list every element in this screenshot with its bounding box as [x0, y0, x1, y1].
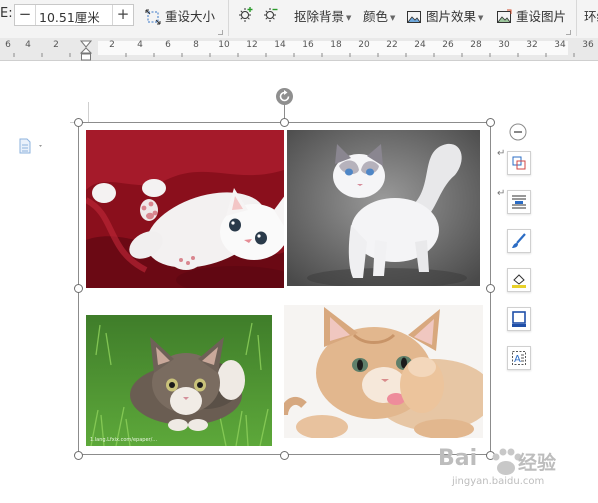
crop-button[interactable] [507, 151, 531, 175]
crop-icon [512, 156, 526, 170]
rotate-icon[interactable] [275, 87, 294, 106]
group-corner-icon[interactable] [566, 30, 571, 35]
ruler-tick-label: 2 [109, 40, 115, 50]
ruler-tick-label: 30 [498, 40, 510, 50]
reset-picture-label: 重设图片 [515, 9, 566, 24]
remove-background-button[interactable]: 抠除背景 ▼ [294, 6, 351, 28]
remove-background-label: 抠除背景 [294, 9, 345, 24]
reset-size-button[interactable]: 重设大小 [145, 6, 215, 28]
resize-handle-right[interactable] [486, 284, 495, 293]
brightness-down-icon [264, 8, 278, 22]
ruler-tick-label: 28 [470, 40, 482, 50]
ruler-tick-label: 14 [274, 40, 286, 50]
toolbar-separator [228, 0, 229, 36]
wrap-text-icon [512, 195, 526, 209]
ruler-tick-label: 32 [526, 40, 538, 50]
reset-size-icon [145, 9, 161, 25]
reset-size-label: 重设大小 [164, 9, 215, 24]
margin-guide [88, 102, 89, 122]
photo-ginger-kitten[interactable] [284, 305, 483, 438]
size-label: E: [0, 6, 13, 21]
ruler-tick-label: 4 [25, 40, 31, 50]
dropdown-caret-icon: ▼ [346, 14, 352, 22]
ruler-tick-label: 20 [358, 40, 370, 50]
ruler-tick-label: 18 [330, 40, 342, 50]
width-decrement-button[interactable]: − [15, 5, 36, 25]
ruler-tick-label: 22 [386, 40, 398, 50]
width-value[interactable]: 10.51厘米 [39, 7, 100, 26]
ruler-tick-label: 6 [5, 40, 11, 50]
color-button[interactable]: 颜色 ▼ [363, 6, 395, 28]
resize-handle-top-right[interactable] [486, 118, 495, 127]
picture-style-button[interactable] [507, 229, 531, 253]
brightness-down-button[interactable] [263, 6, 279, 28]
ruler-tick-label: 8 [193, 40, 199, 50]
color-label: 颜色 [363, 9, 389, 24]
wrap-text-button[interactable] [507, 190, 531, 214]
picture-tools-ribbon: E: − 10.51厘米 + 重设大小 抠除背景 ▼ 颜色 ▼ 图片效果 ▼ 重… [0, 0, 598, 39]
wrap-button[interactable]: 环绕 [584, 6, 598, 28]
anchor-arrow-icon: ↵ [497, 148, 506, 159]
ruler-tick-label: 4 [137, 40, 143, 50]
watermark-brand: Bai [438, 446, 478, 471]
ruler-tick-label: 36 [582, 40, 594, 50]
width-field[interactable]: − 10.51厘米 + [14, 4, 134, 26]
ruler-tick-label: 12 [246, 40, 258, 50]
group-corner-icon[interactable] [218, 30, 223, 35]
ruler-tick-label: 34 [554, 40, 566, 50]
photo-kitten-red-blanket[interactable] [86, 130, 284, 288]
ruler-tick-label: 16 [302, 40, 314, 50]
toolbar-separator [576, 0, 577, 36]
ruler-tick-label: 2 [53, 40, 59, 50]
brightness-up-button[interactable] [238, 6, 254, 28]
image-caption: 1.lang.Lfxix.com/epaper/... [90, 437, 157, 443]
resize-handle-left[interactable] [74, 284, 83, 293]
photo-kitten-in-grass[interactable]: 1.lang.Lfxix.com/epaper/... [86, 315, 272, 446]
indent-marker-icon[interactable] [80, 40, 92, 62]
dropdown-caret-icon: ▼ [390, 14, 396, 22]
dropdown-caret-icon: ▼ [478, 14, 484, 22]
fill-button[interactable] [507, 268, 531, 292]
anchor-arrow-icon: ↵ [497, 188, 506, 199]
picture-effects-button[interactable]: 图片效果 ▼ [406, 6, 483, 28]
border-button[interactable] [507, 307, 531, 331]
fill-icon [512, 274, 526, 288]
svg-text:A: A [514, 354, 521, 365]
ruler-tick-label: 10 [218, 40, 230, 50]
resize-handle-top[interactable] [280, 118, 289, 127]
ruler-tick-label: 24 [414, 40, 426, 50]
document-icon[interactable] [18, 138, 46, 154]
resize-handle-top-left[interactable] [74, 118, 83, 127]
border-icon [512, 311, 526, 327]
collapse-minus-icon[interactable] [509, 123, 527, 141]
brush-icon [512, 233, 526, 248]
brightness-up-icon [239, 7, 253, 22]
reset-picture-icon [497, 9, 512, 23]
ruler-tick-label: 6 [165, 40, 171, 50]
photo-white-ragdoll-cat[interactable] [287, 130, 480, 286]
reset-picture-button[interactable]: 重设图片 [496, 6, 566, 28]
picture-effects-icon [407, 11, 421, 23]
resize-handle-bottom[interactable] [280, 451, 289, 460]
width-increment-button[interactable]: + [112, 5, 133, 25]
text-wrap-button[interactable]: A [507, 346, 531, 370]
ruler-tick-label: 26 [442, 40, 454, 50]
watermark-url: jingyan.baidu.com [452, 476, 545, 487]
text-wrap-icon: A [512, 351, 526, 365]
picture-effects-label: 图片效果 [425, 9, 476, 24]
watermark-brand-cn: 经验 [518, 452, 557, 474]
resize-handle-bottom-left[interactable] [74, 451, 83, 460]
